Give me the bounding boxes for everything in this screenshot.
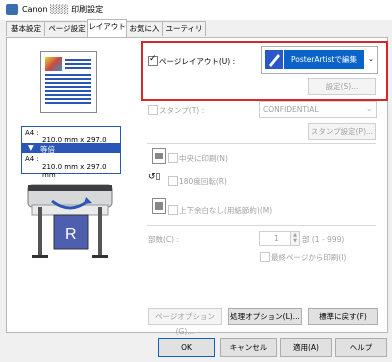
output-size-label: A4 : — [25, 155, 39, 163]
processing-options-button[interactable]: 処理オプション(L)... — [228, 308, 302, 325]
window-title: Canon ░░░ 印刷設定 — [22, 5, 104, 14]
no-margin-icon — [152, 198, 166, 214]
stamp-label: スタンプ(T) : — [159, 106, 205, 115]
page-layout-label: ページレイアウト(U) : — [159, 57, 236, 66]
divider — [147, 143, 376, 144]
page-layout-value: PosterArtistで編集 — [284, 50, 364, 69]
scale-band: ▼ 等倍 — [22, 143, 120, 154]
tab-basic[interactable]: 基本設定 — [6, 21, 46, 36]
preview-text-line — [45, 78, 91, 80]
page-size-label: A4 : — [25, 129, 39, 137]
reset-defaults-button[interactable]: 標準に戻す(F) — [308, 308, 378, 325]
tab-page-setup[interactable]: ページ設定 — [44, 21, 90, 36]
center-print-icon — [152, 148, 166, 164]
preview-text-line — [65, 63, 91, 65]
copies-label: 部数(C) : — [148, 235, 179, 244]
page-layout-checkbox[interactable] — [148, 54, 158, 66]
preview-image — [45, 57, 62, 71]
page-layout-settings-button[interactable]: 設定(S)... — [308, 78, 376, 95]
chevron-down-icon: ⌄ — [366, 104, 373, 113]
preview-text-line — [65, 67, 91, 69]
cancel-button[interactable]: キャンセル — [220, 338, 277, 357]
apply-button[interactable]: 適用(A) — [280, 338, 332, 357]
tab-layout[interactable]: レイアウト — [87, 19, 127, 37]
no-margin-label: 上下余白なし(用紙節約)(M) — [179, 206, 273, 215]
no-margin-checkbox[interactable] — [168, 205, 178, 215]
printer-app-icon — [6, 4, 18, 15]
ok-button[interactable]: OK — [158, 338, 215, 357]
rotate-icon: ↺▯ — [148, 172, 161, 182]
tab-favorites[interactable]: お気に入り — [125, 21, 164, 47]
page-layout-select[interactable]: PosterArtistで編集 ⌄ — [261, 46, 378, 74]
stamp-select[interactable]: CONFIDENTIAL ⌄ — [259, 101, 377, 118]
preview-text-line — [45, 74, 91, 76]
preview-text-line — [45, 82, 91, 84]
svg-text:R: R — [65, 226, 77, 243]
chevron-down-icon: ⌄ — [368, 55, 374, 63]
rotate-180-checkbox[interactable] — [168, 176, 178, 186]
copies-range: 部 (1 - 999) — [302, 235, 345, 244]
stamp-checkbox[interactable] — [148, 105, 158, 115]
preview-text-line — [45, 102, 91, 104]
posterartist-icon — [265, 50, 283, 69]
preview-text-line — [45, 86, 91, 88]
preview-text-line — [65, 59, 91, 61]
page-options-button[interactable]: ページオプション(G)... — [148, 308, 222, 336]
rotate-180-label: 180度回転(R) — [179, 177, 227, 186]
last-page-first-label: 最終ページから印刷(I) — [271, 253, 347, 262]
copies-spinner[interactable]: ▲ ▼ — [290, 231, 300, 246]
stamp-value: CONFIDENTIAL — [263, 105, 319, 114]
copies-input[interactable]: 1 — [259, 231, 291, 246]
copies-value: 1 — [274, 234, 279, 243]
last-page-first-checkbox[interactable] — [260, 252, 270, 262]
preview-text-line — [45, 98, 91, 100]
divider — [147, 225, 376, 226]
page-preview — [40, 51, 97, 113]
preview-text-line — [45, 90, 91, 92]
preview-text-line — [45, 94, 91, 96]
tab-utility[interactable]: ユーティリティ — [162, 21, 206, 47]
scale-label: 等倍 — [40, 144, 55, 154]
help-button[interactable]: ヘルプ — [335, 338, 387, 357]
stamp-settings-button[interactable]: スタンプ設定(P)... — [308, 123, 376, 140]
large-format-printer-icon: R — [27, 184, 113, 258]
center-print-label: 中央に印刷(N) — [179, 154, 228, 163]
paper-size-info: A4 : 210.0 mm x 297.0 mm ▼ 等倍 A4 : 210.0… — [21, 126, 121, 179]
title-bar: Canon ░░░ 印刷設定 — [0, 0, 392, 20]
arrow-down-icon: ▼ — [28, 143, 34, 152]
center-print-checkbox[interactable] — [168, 153, 178, 163]
